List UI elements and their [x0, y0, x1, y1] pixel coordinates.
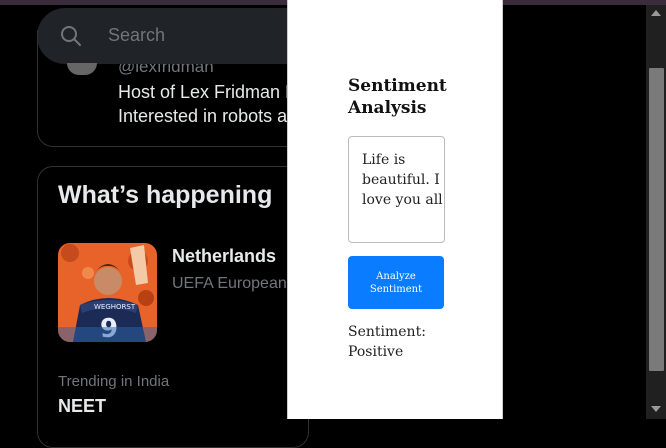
scrollbar-thumb[interactable] [649, 68, 664, 371]
analyze-sentiment-button[interactable]: Analyze Sentiment [348, 256, 444, 309]
scroll-up-arrow-icon[interactable] [650, 8, 662, 18]
trend-thumbnail[interactable]: WEGHORST 9 [58, 243, 157, 342]
trend-context: Trending in India [58, 373, 170, 390]
trend-topic[interactable]: NEET [58, 396, 106, 417]
svg-text:WEGHORST: WEGHORST [94, 303, 136, 311]
popup-title: Sentiment Analysis [348, 76, 447, 118]
scroll-down-arrow-icon[interactable] [650, 404, 662, 414]
sentiment-popup: Sentiment Analysis Life is beautiful. I … [287, 0, 503, 419]
sentiment-result: Sentiment: Positive [348, 324, 426, 360]
player-image: WEGHORST 9 [58, 243, 157, 342]
trend-name[interactable]: Netherlands [172, 246, 276, 267]
sentiment-text-input[interactable]: Life is beautiful. I love you all [348, 136, 445, 243]
trends-title: What’s happening [58, 181, 273, 209]
